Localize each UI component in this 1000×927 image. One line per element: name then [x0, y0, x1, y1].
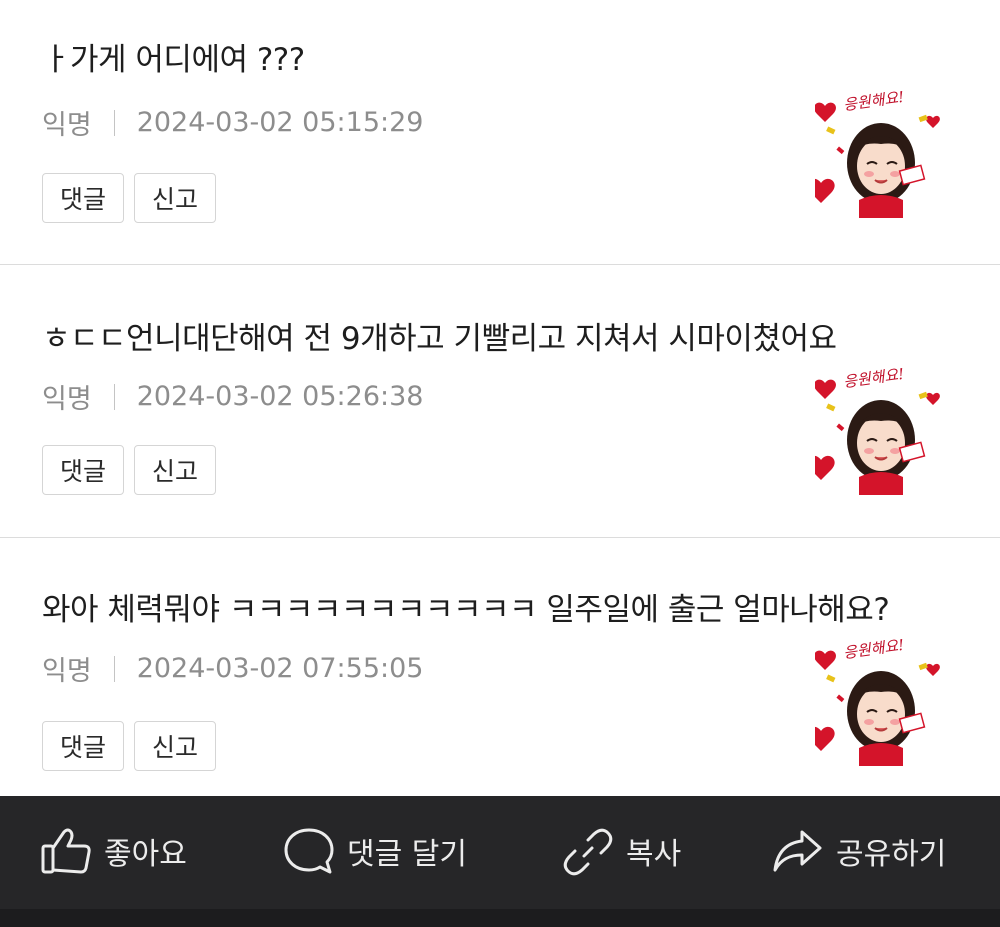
- thumbs-up-icon: [40, 826, 92, 876]
- share-button[interactable]: 공유하기: [772, 826, 946, 876]
- report-button[interactable]: 신고: [134, 173, 217, 223]
- comment-actions: 댓글 신고: [42, 445, 217, 495]
- comment-item: 와아 체력뭐야 ㅋㅋㅋㅋㅋㅋㅋㅋㅋㅋㅋ 일주일에 출근 얼마나해요? 익명 20…: [0, 538, 1000, 796]
- write-comment-label: 댓글 달기: [347, 837, 467, 872]
- cheer-sticker: 응원해요!: [815, 88, 945, 218]
- comment-text: ㅏ가게 어디에여 ???: [42, 42, 305, 78]
- share-arrow-icon: [772, 826, 824, 876]
- comment-item: ㅏ가게 어디에여 ??? 익명 2024-03-02 05:15:29 댓글 신…: [0, 0, 1000, 265]
- like-button[interactable]: 좋아요: [40, 826, 187, 876]
- comment-timestamp: 2024-03-02 07:55:05: [136, 653, 424, 684]
- meta-divider: [113, 109, 115, 136]
- share-label: 공유하기: [836, 837, 947, 872]
- comment-timestamp: 2024-03-02 05:15:29: [136, 107, 424, 138]
- cheer-sticker: 응원해요!: [815, 365, 945, 495]
- reply-button[interactable]: 댓글: [42, 445, 125, 495]
- comment-meta: 익명 2024-03-02 05:26:38: [42, 377, 423, 416]
- reply-button[interactable]: 댓글: [42, 721, 125, 771]
- comment-actions: 댓글 신고: [42, 173, 217, 223]
- write-comment-button[interactable]: 댓글 달기: [283, 826, 467, 876]
- bottom-action-bar: 좋아요 댓글 달기 복사 공유하기: [0, 796, 1000, 927]
- cheer-sticker: 응원해요!: [815, 636, 945, 766]
- speech-bubble-icon: [283, 826, 335, 876]
- report-button[interactable]: 신고: [134, 721, 217, 771]
- like-label: 좋아요: [104, 837, 187, 872]
- reply-button[interactable]: 댓글: [42, 173, 125, 223]
- comment-meta: 익명 2024-03-02 07:55:05: [42, 649, 423, 688]
- link-icon: [562, 826, 614, 876]
- comment-author: 익명: [42, 110, 92, 141]
- comment-author: 익명: [42, 656, 92, 687]
- meta-divider: [113, 383, 115, 410]
- comment-meta: 익명 2024-03-02 05:15:29: [42, 103, 423, 142]
- meta-divider: [113, 655, 115, 682]
- report-button[interactable]: 신고: [134, 445, 217, 495]
- bar-bottom-edge: [0, 909, 1000, 927]
- comment-item: ㅎㄷㄷ언니대단해여 전 9개하고 기빨리고 지쳐서 시마이쳤어요 익명 2024…: [0, 265, 1000, 538]
- comment-actions: 댓글 신고: [42, 721, 217, 771]
- comment-timestamp: 2024-03-02 05:26:38: [136, 381, 424, 412]
- copy-label: 복사: [626, 837, 682, 872]
- comment-text: 와아 체력뭐야 ㅋㅋㅋㅋㅋㅋㅋㅋㅋㅋㅋ 일주일에 출근 얼마나해요?: [42, 592, 890, 628]
- comment-text: ㅎㄷㄷ언니대단해여 전 9개하고 기빨리고 지쳐서 시마이쳤어요: [42, 321, 837, 357]
- copy-button[interactable]: 복사: [562, 826, 681, 876]
- comment-author: 익명: [42, 384, 92, 415]
